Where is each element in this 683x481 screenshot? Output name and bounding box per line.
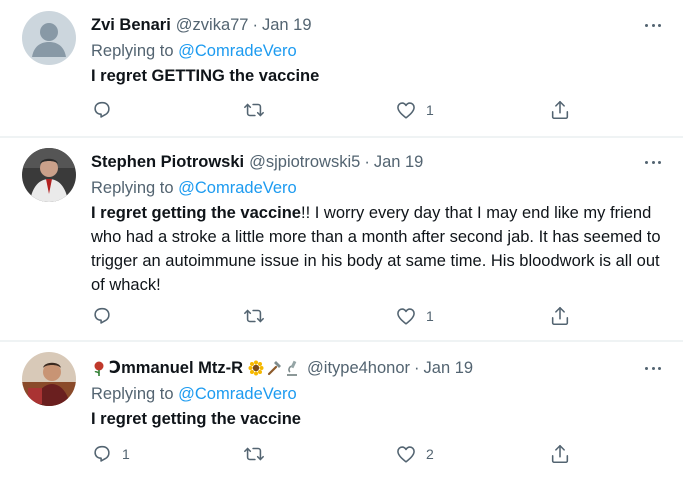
retweet-icon [244, 309, 264, 323]
reply-count: 1 [122, 446, 130, 462]
mention-link[interactable]: @ComradeVero [178, 42, 297, 60]
heart-icon [397, 308, 415, 325]
share-icon [551, 444, 569, 464]
replying-prefix: Replying to [91, 42, 179, 60]
separator-dot: · [414, 358, 420, 377]
tweet[interactable]: Ↄmmanuel Mtz-R @itype4honor · Jan 19 Rep… [0, 342, 683, 481]
display-name[interactable]: Zvi Benari [91, 16, 171, 35]
default-avatar-icon [22, 11, 76, 65]
retweet-button[interactable] [243, 442, 274, 466]
name-emojis [248, 360, 302, 376]
like-count: 1 [426, 102, 434, 118]
like-button[interactable]: 1 [395, 304, 434, 328]
sunflower-icon [248, 360, 264, 376]
like-count: 2 [426, 446, 434, 462]
rose-emoji [91, 360, 109, 376]
replying-to: Replying to @ComradeVero [91, 382, 663, 406]
retweet-icon [244, 447, 264, 461]
tweet-header: Stephen Piotrowski @sjpiotrowski5 · Jan … [91, 150, 663, 174]
tweet-header: Zvi Benari @zvika77 · Jan 19 [91, 13, 663, 37]
tweet-actions: 1 2 [91, 442, 591, 466]
separator-dot: · [364, 152, 370, 171]
retweet-button[interactable] [243, 98, 274, 122]
tweet-actions: 1 [91, 98, 591, 122]
display-name-text: mmanuel Mtz-R [121, 359, 244, 377]
share-button[interactable] [549, 442, 571, 466]
profile-photo-icon [22, 148, 76, 202]
avatar[interactable] [22, 11, 76, 65]
tweet-text-bold: I regret getting the vaccine [91, 410, 301, 428]
tweet-actions: 1 [91, 304, 591, 328]
avatar[interactable] [22, 352, 76, 406]
reply-icon [94, 101, 110, 118]
tweet-text: I regret getting the vaccine [91, 407, 663, 431]
heart-icon [397, 446, 415, 463]
user-handle[interactable]: @sjpiotrowski5 [249, 153, 360, 172]
tweet-text: I regret GETTING the vaccine [91, 64, 663, 88]
microscope-icon [287, 360, 298, 376]
tweet-header: Ↄmmanuel Mtz-R @itype4honor · Jan 19 [91, 356, 663, 380]
reply-button[interactable]: 1 [91, 442, 130, 466]
retweet-button[interactable] [243, 304, 274, 328]
tweet[interactable]: Stephen Piotrowski @sjpiotrowski5 · Jan … [0, 138, 683, 342]
like-count: 1 [426, 308, 434, 324]
reply-icon [94, 445, 110, 462]
avatar[interactable] [22, 148, 76, 202]
tweet-date[interactable]: Jan 19 [262, 16, 312, 35]
retweet-icon [244, 103, 264, 117]
mention-link[interactable]: @ComradeVero [178, 179, 297, 197]
heart-icon [397, 102, 415, 119]
tweet-thread: Zvi Benari @zvika77 · Jan 19 Replying to… [0, 0, 683, 481]
share-button[interactable] [549, 98, 571, 122]
profile-photo-icon [22, 352, 76, 406]
display-name[interactable]: Stephen Piotrowski [91, 153, 244, 172]
mention-link[interactable]: @ComradeVero [178, 385, 297, 403]
more-icon[interactable] [643, 154, 663, 170]
tweet-text: I regret getting the vaccine!! I worry e… [91, 201, 663, 297]
hammer-icon [267, 361, 282, 376]
user-handle[interactable]: @zvika77 [176, 16, 249, 35]
reply-button[interactable] [91, 304, 122, 328]
rose-icon [94, 361, 104, 376]
replying-prefix: Replying to [91, 179, 179, 197]
more-icon[interactable] [643, 17, 663, 33]
like-button[interactable]: 2 [395, 442, 434, 466]
replying-to: Replying to @ComradeVero [91, 39, 663, 63]
separator-dot: · [252, 15, 258, 34]
replying-prefix: Replying to [91, 385, 179, 403]
share-button[interactable] [549, 304, 571, 328]
display-name[interactable]: Ↄmmanuel Mtz-R [109, 358, 243, 378]
share-icon [551, 100, 569, 120]
display-name-symbol: Ↄ [109, 359, 122, 377]
tweet[interactable]: Zvi Benari @zvika77 · Jan 19 Replying to… [0, 0, 683, 138]
like-button[interactable]: 1 [395, 98, 434, 122]
user-handle[interactable]: @itype4honor [307, 359, 410, 378]
tweet-date[interactable]: Jan 19 [374, 153, 424, 172]
replying-to: Replying to @ComradeVero [91, 176, 663, 200]
tweet-date[interactable]: Jan 19 [424, 359, 474, 378]
tweet-text-bold: I regret getting the vaccine [91, 204, 301, 222]
reply-button[interactable] [91, 98, 122, 122]
share-icon [551, 306, 569, 326]
tweet-text-bold: I regret GETTING the vaccine [91, 67, 320, 85]
more-icon[interactable] [643, 360, 663, 376]
reply-icon [94, 307, 110, 324]
